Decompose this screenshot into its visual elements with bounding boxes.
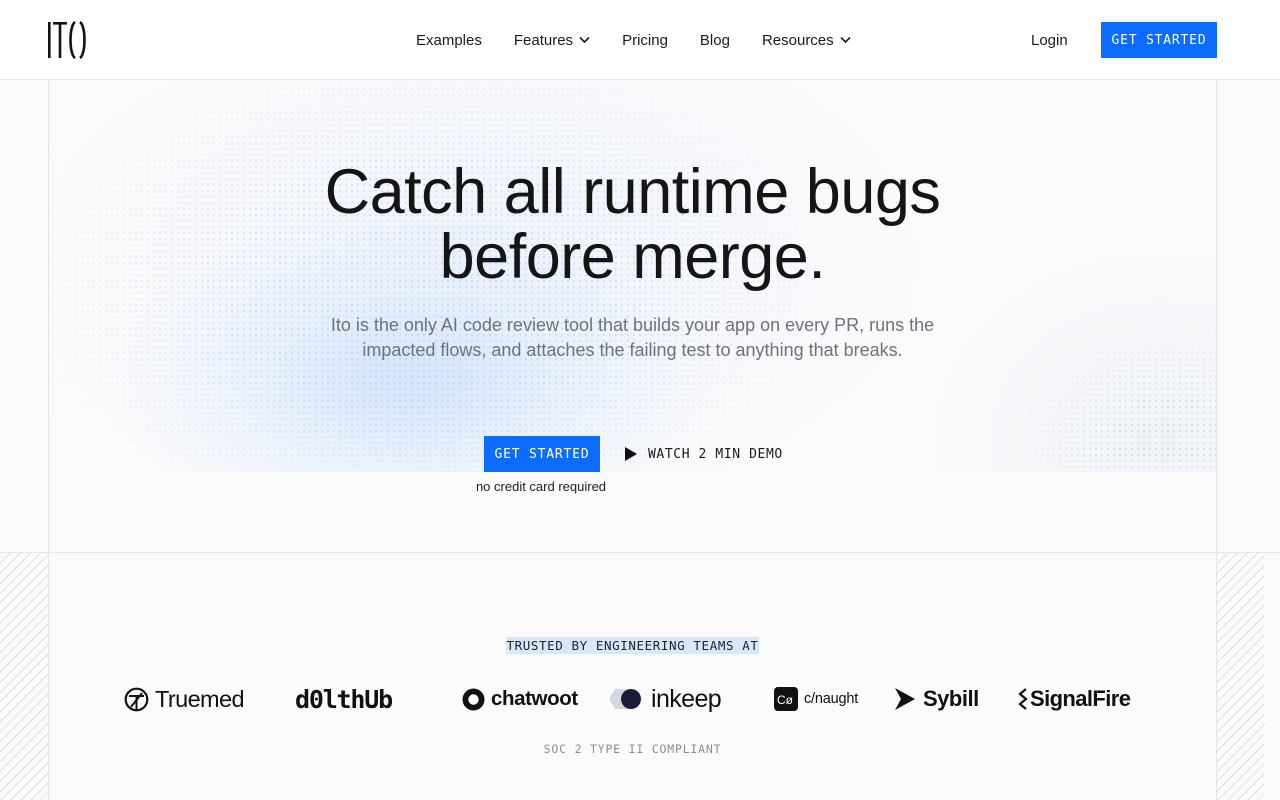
chatwoot-logo-icon xyxy=(462,688,485,710)
nav-label: Examples xyxy=(416,31,482,49)
hero-headline: Catch all runtime bugs before merge. xyxy=(240,160,1025,290)
nav-label: Features xyxy=(513,31,574,49)
top-navigation-bar: Examples Features Pricing Blog Resources… xyxy=(0,0,1280,80)
landing-page: Examples Features Pricing Blog Resources… xyxy=(0,0,1280,800)
headline-line-2: before merge. xyxy=(439,222,826,292)
soc2-compliance-label: SOC 2 TYPE II COMPLIANT xyxy=(543,742,722,756)
logo-text: inkeep xyxy=(651,684,722,713)
ito-logo[interactable] xyxy=(48,21,86,59)
hatch-pattern-left xyxy=(0,553,48,800)
signalfire-logo-icon xyxy=(1018,688,1028,710)
logo-text: Sybill xyxy=(923,686,979,711)
watch-demo-button[interactable]: WATCH 2 MIN DEMO xyxy=(624,436,783,472)
watch-demo-label: WATCH 2 MIN DEMO xyxy=(648,446,783,462)
trusted-label-text: TRUSTED BY ENGINEERING TEAMS AT xyxy=(505,637,760,654)
nav-label: Blog xyxy=(699,31,730,49)
get-started-button-header[interactable]: GET STARTED xyxy=(1101,22,1217,58)
nav-features[interactable]: Features xyxy=(514,32,590,49)
cnaught-logo-icon: Cø xyxy=(774,687,798,711)
trusted-label: TRUSTED BY ENGINEERING TEAMS AT xyxy=(0,637,1265,655)
logo-truemed: Truemed xyxy=(124,678,245,720)
svg-text:Cø: Cø xyxy=(777,693,794,707)
sybill-logo-icon xyxy=(895,688,915,710)
nav-examples[interactable]: Examples xyxy=(416,32,482,49)
logo-signalfire: SignalFire xyxy=(1018,678,1131,720)
logo-text: c/naught xyxy=(804,691,859,707)
logo-chatwoot: chatwoot xyxy=(462,678,578,720)
nav-label: Pricing xyxy=(622,31,668,49)
chevron-down-icon xyxy=(840,36,851,44)
nav-blog[interactable]: Blog xyxy=(700,32,730,49)
logo-dolthub: d0lthUb xyxy=(295,678,393,720)
no-credit-card-note: no credit card required xyxy=(475,479,607,494)
chevron-down-icon xyxy=(579,36,590,44)
inkeep-logo-icon xyxy=(609,689,641,709)
customer-logos: Truemed d0lthUb chatwoot inkeep Cø c/nau… xyxy=(0,678,1265,720)
hatch-pattern-right xyxy=(1217,553,1265,800)
logo-text: chatwoot xyxy=(491,687,578,710)
logo-cnaught: Cø c/naught xyxy=(774,678,858,720)
logo-text: Truemed xyxy=(155,685,245,712)
hero-subheadline: Ito is the only AI code review tool that… xyxy=(330,315,935,360)
play-icon xyxy=(625,447,637,461)
headline-line-1: Catch all runtime bugs xyxy=(324,157,941,227)
nav-label: Resources xyxy=(761,31,834,49)
logo-sybill: Sybill xyxy=(893,678,979,720)
get-started-button-hero[interactable]: GET STARTED xyxy=(484,436,600,472)
nav-resources[interactable]: Resources xyxy=(762,32,851,49)
logo-text: SignalFire xyxy=(1030,686,1131,711)
truemed-logo-icon xyxy=(124,687,149,711)
section-divider xyxy=(0,552,1280,553)
nav-pricing[interactable]: Pricing xyxy=(622,32,668,49)
logo-inkeep: inkeep xyxy=(609,678,722,720)
login-link[interactable]: Login xyxy=(1031,0,1068,80)
main-nav: Examples Features Pricing Blog Resources xyxy=(416,0,851,80)
dolthub-wordmark: d0lthUb xyxy=(295,684,393,714)
